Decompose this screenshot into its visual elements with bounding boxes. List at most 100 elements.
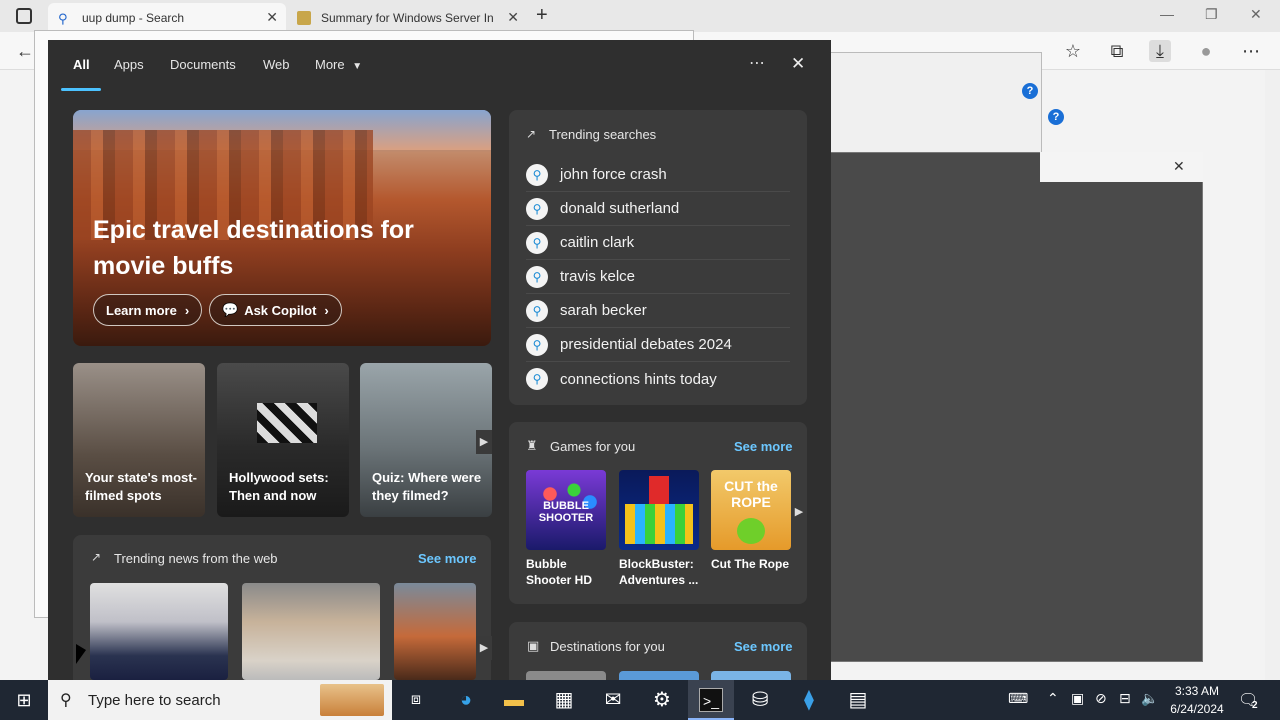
- profile-avatar[interactable]: ●: [1195, 40, 1217, 62]
- destination-thumbnail[interactable]: [526, 671, 606, 680]
- new-tab-button[interactable]: +: [536, 4, 548, 27]
- learn-more-label: Learn more: [106, 302, 177, 318]
- news-thumbnail[interactable]: [90, 583, 228, 680]
- search-icon: ⚲: [526, 265, 548, 288]
- luggage-icon: ▣: [527, 638, 540, 653]
- edge-icon[interactable]: ◕: [454, 688, 478, 712]
- games-see-more-link[interactable]: See more: [734, 439, 793, 454]
- news-see-more-link[interactable]: See more: [418, 551, 477, 566]
- tray-icon[interactable]: ▣: [1071, 690, 1084, 707]
- close-tab-icon[interactable]: ✕: [266, 9, 278, 26]
- destination-thumbnail[interactable]: [711, 671, 791, 680]
- destinations-see-more-link[interactable]: See more: [734, 639, 793, 654]
- trending-search-item[interactable]: ⚲ john force crash: [526, 158, 790, 192]
- downloads-icon[interactable]: ⤓: [1149, 40, 1171, 62]
- search-icon: ⚲: [526, 368, 548, 390]
- trending-search-item[interactable]: ⚲ presidential debates 2024: [526, 328, 790, 362]
- news-thumbnail[interactable]: [242, 583, 380, 680]
- close-tab-icon[interactable]: ✕: [507, 9, 519, 26]
- scrollbar[interactable]: [1265, 70, 1280, 680]
- start-windows-icon[interactable]: ⊞: [12, 688, 36, 712]
- browser-tab-uup[interactable]: ⚲ uup dump - Search ✕: [48, 3, 286, 32]
- trending-search-item[interactable]: ⚲ travis kelce: [526, 260, 790, 294]
- hero-title[interactable]: Epic travel destinations for movie buffs: [93, 212, 483, 284]
- trending-search-item[interactable]: ⚲ caitlin clark: [526, 226, 790, 260]
- destination-thumbnail[interactable]: [619, 671, 699, 680]
- more-options-icon[interactable]: ⋯: [1240, 40, 1262, 62]
- game-tile-cut-the-rope[interactable]: CUT the ROPE: [711, 470, 791, 550]
- app-icon[interactable]: ⧫: [797, 688, 821, 712]
- tab-web[interactable]: Web: [263, 57, 290, 72]
- trending-search-item[interactable]: ⚲ connections hints today: [526, 362, 790, 396]
- back-icon[interactable]: ←: [14, 40, 36, 62]
- tab-apps[interactable]: Apps: [114, 57, 144, 72]
- trending-search-item[interactable]: ⚲ sarah becker: [526, 294, 790, 328]
- learn-more-button[interactable]: Learn more ›: [93, 294, 203, 326]
- game-name: Bubble Shooter HD: [526, 557, 592, 587]
- trending-search-text: donald sutherland: [560, 200, 680, 217]
- task-view-icon[interactable]: ⧈: [404, 688, 428, 712]
- tab-more[interactable]: More ▼: [315, 57, 362, 72]
- page-icon: [297, 10, 311, 25]
- news-card[interactable]: Your state's most-filmed spots: [73, 363, 205, 517]
- settings-icon[interactable]: ⚙: [650, 688, 674, 712]
- notification-count: 2: [1252, 700, 1258, 711]
- browser-tab-bar: ⚲ uup dump - Search ✕ Summary for Window…: [0, 0, 1280, 32]
- clapperboard-image: [257, 403, 317, 443]
- tab-all[interactable]: All: [73, 57, 90, 72]
- network-icon[interactable]: ⊟: [1119, 690, 1131, 707]
- collections-icon[interactable]: ⧉: [1106, 40, 1128, 62]
- card-caption: Hollywood sets: Then and now: [229, 470, 329, 503]
- search-icon: ⚲: [526, 197, 548, 220]
- carousel-next-icon[interactable]: ▶: [476, 430, 492, 454]
- file-explorer-icon[interactable]: ▬: [502, 688, 526, 712]
- installer-icon[interactable]: ⛁: [748, 688, 772, 712]
- keyboard-icon[interactable]: ⌨: [1008, 690, 1028, 707]
- chevron-down-icon: ▼: [352, 61, 363, 72]
- game-tile-blockbuster[interactable]: [619, 470, 699, 550]
- trending-search-text: travis kelce: [560, 268, 636, 285]
- favorites-icon[interactable]: ☆: [1062, 40, 1084, 62]
- trending-search-item[interactable]: ⚲ donald sutherland: [526, 192, 790, 226]
- carousel-next-icon[interactable]: ▶: [476, 636, 492, 660]
- minimize-icon[interactable]: —: [1160, 6, 1174, 22]
- browser-tab-summary[interactable]: Summary for Windows Server In ✕: [287, 3, 527, 32]
- help-icon[interactable]: ?: [1022, 83, 1038, 99]
- close-window-icon[interactable]: ✕: [1250, 6, 1262, 23]
- trending-search-text: caitlin clark: [560, 234, 635, 251]
- card-caption: Your state's most-filmed spots: [85, 470, 197, 503]
- games-title: Games for you: [550, 439, 636, 454]
- news-thumbnail[interactable]: [394, 583, 476, 680]
- search-icon: ⚲: [526, 163, 548, 186]
- search-highlight-image: [320, 684, 384, 716]
- clock-time[interactable]: 3:33 AM: [1172, 684, 1222, 698]
- taskbar-search-box[interactable]: ⚲ Type here to search: [48, 680, 392, 720]
- terminal-icon: >_: [699, 688, 723, 712]
- game-name: BlockBuster: Adventures ...: [619, 557, 699, 587]
- chat-icon: 💬: [222, 302, 239, 317]
- help-icon[interactable]: ?: [1048, 109, 1064, 125]
- dialog-close-icon[interactable]: ✕: [1173, 158, 1185, 175]
- news-card[interactable]: Quiz: Where were they filmed?: [360, 363, 492, 517]
- tray-icon[interactable]: ⊘: [1095, 690, 1107, 707]
- close-icon[interactable]: ✕: [791, 54, 805, 74]
- restore-icon[interactable]: ❐: [1205, 6, 1218, 23]
- carousel-next-icon[interactable]: ▶: [792, 500, 806, 524]
- active-tab-indicator: [61, 88, 101, 91]
- tab-documents[interactable]: Documents: [170, 57, 236, 72]
- app-icon[interactable]: ▤: [846, 688, 870, 712]
- more-options-icon[interactable]: ⋯: [749, 53, 765, 73]
- mail-icon[interactable]: ✉: [601, 688, 625, 712]
- game-tile-bubble-shooter[interactable]: BUBBLE SHOOTER: [526, 470, 606, 550]
- clock-date[interactable]: 6/24/2024: [1166, 702, 1228, 716]
- tab-actions-icon[interactable]: [16, 8, 32, 24]
- chevron-up-icon[interactable]: ⌃: [1047, 690, 1059, 707]
- news-card[interactable]: Hollywood sets: Then and now: [217, 363, 349, 517]
- store-icon[interactable]: ▦: [552, 688, 576, 712]
- game-name: Cut The Rope: [711, 557, 789, 571]
- ask-copilot-button[interactable]: 💬 Ask Copilot ›: [209, 294, 342, 326]
- search-icon: ⚲: [526, 333, 548, 356]
- trending-search-text: john force crash: [560, 166, 667, 183]
- volume-icon[interactable]: 🔈: [1141, 690, 1158, 707]
- trophy-icon: ♜: [526, 438, 538, 453]
